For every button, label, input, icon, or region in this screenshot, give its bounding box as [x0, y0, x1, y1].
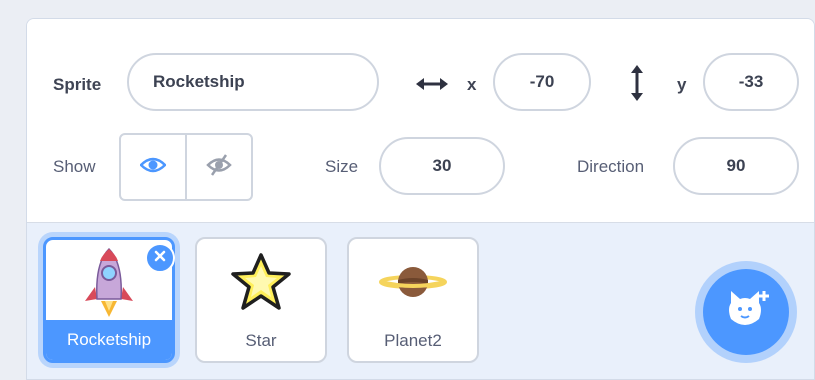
add-sprite-button[interactable]	[703, 269, 789, 355]
sprite-tile-label: Star	[245, 331, 277, 350]
eye-slash-icon	[206, 153, 232, 182]
vertical-arrows-icon	[627, 63, 647, 103]
sprite-tile-label: Rocketship	[46, 320, 172, 360]
sprite-info-pane: Sprite Rocketship x -70 y -33 Show Size …	[27, 19, 814, 223]
size-field[interactable]: 30	[379, 137, 505, 195]
sprite-panel: Sprite Rocketship x -70 y -33 Show Size …	[26, 18, 815, 380]
cat-add-icon	[723, 289, 769, 336]
hide-button[interactable]	[185, 135, 251, 199]
delete-sprite-button[interactable]	[145, 243, 175, 273]
y-label: y	[677, 75, 687, 94]
show-button[interactable]	[121, 135, 185, 199]
direction-label: Direction	[577, 157, 645, 176]
planet-icon	[349, 239, 477, 325]
sprite-label: Sprite	[53, 75, 102, 94]
star-icon	[197, 239, 325, 325]
horizontal-arrows-icon	[415, 71, 449, 97]
close-icon	[154, 249, 166, 267]
size-label: Size	[325, 157, 359, 176]
sprite-tile-star[interactable]: Star	[195, 237, 327, 363]
x-label: x	[467, 75, 477, 94]
sprite-tile-planet2[interactable]: Planet2	[347, 237, 479, 363]
sprite-tile-label: Planet2	[384, 331, 442, 350]
show-label: Show	[53, 157, 96, 176]
x-position-field[interactable]: -70	[493, 53, 591, 111]
y-position-field[interactable]: -33	[703, 53, 799, 111]
eye-icon	[139, 155, 167, 180]
direction-field[interactable]: 90	[673, 137, 799, 195]
sprite-name-field[interactable]: Rocketship	[127, 53, 379, 111]
visibility-toggle-group	[119, 133, 253, 201]
